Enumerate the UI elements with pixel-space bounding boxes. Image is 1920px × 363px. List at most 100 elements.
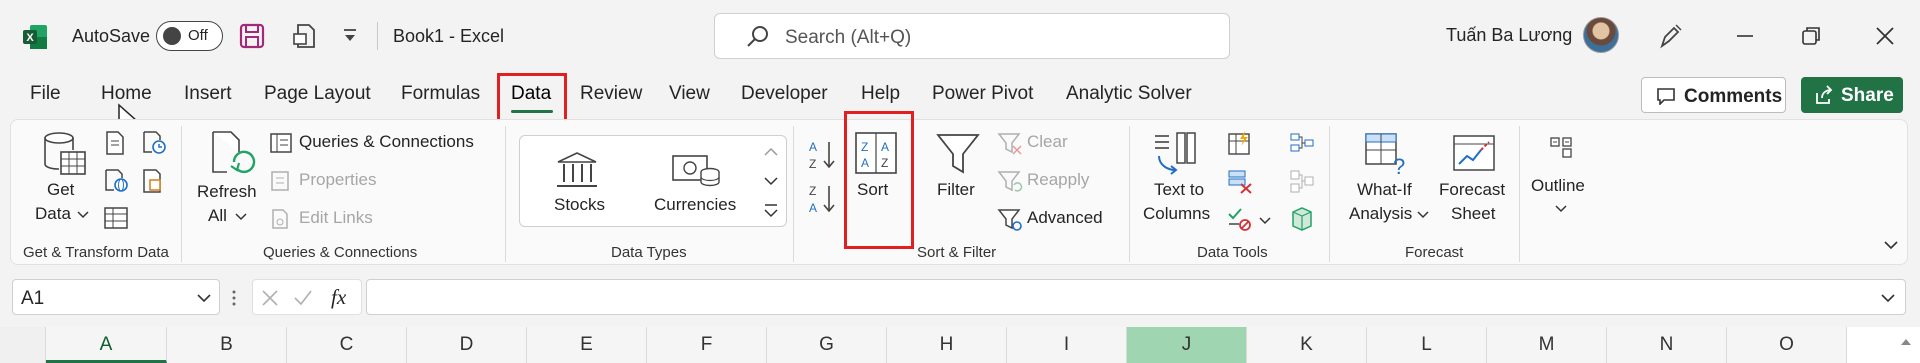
filter-label[interactable]: Filter	[937, 180, 975, 200]
autosave-toggle[interactable]: Off	[156, 21, 223, 51]
formula-bar: A1 fx	[0, 276, 1920, 320]
from-web-icon[interactable]	[103, 168, 129, 194]
column-header-b[interactable]: B	[167, 327, 287, 363]
autosave-label: AutoSave	[72, 26, 151, 46]
column-header-d[interactable]: D	[407, 327, 527, 363]
stocks-label: Stocks	[554, 195, 606, 214]
svg-text:X: X	[26, 32, 34, 44]
column-header-h[interactable]: H	[887, 327, 1007, 363]
search-box[interactable]: Search (Alt+Q)	[714, 13, 1230, 59]
group-label-queries: Queries & Connections	[263, 244, 418, 261]
print-preview-icon[interactable]	[292, 22, 320, 50]
queries-connections-icon[interactable]	[269, 132, 293, 154]
chevron-down-icon[interactable]	[197, 293, 211, 303]
column-header-o[interactable]: O	[1727, 327, 1847, 363]
text-to-columns-icon[interactable]	[1151, 130, 1199, 178]
tab-view[interactable]: View	[669, 83, 710, 105]
chevron-down-icon[interactable]	[1259, 216, 1271, 226]
column-header-n[interactable]: N	[1607, 327, 1727, 363]
advanced-button[interactable]: Advanced	[1027, 208, 1103, 228]
column-header-a[interactable]: A	[46, 327, 167, 363]
sort-z-to-a-icon[interactable]: Z A	[807, 182, 839, 216]
resize-handle-icon[interactable]	[230, 288, 238, 308]
group-label-get-transform: Get & Transform Data	[23, 244, 169, 261]
group-divider	[505, 126, 506, 262]
group-label-data-types: Data Types	[611, 244, 687, 261]
avatar[interactable]	[1583, 17, 1619, 53]
column-header-l[interactable]: L	[1367, 327, 1487, 363]
tab-formulas[interactable]: Formulas	[401, 83, 480, 105]
data-validation-icon[interactable]	[1227, 206, 1253, 232]
from-table-range-icon[interactable]	[103, 206, 129, 230]
user-name[interactable]: Tuấn Ba Lương	[1446, 25, 1572, 46]
select-all-corner[interactable]	[0, 327, 46, 363]
tab-developer[interactable]: Developer	[741, 83, 828, 105]
restore-icon[interactable]	[1797, 22, 1825, 50]
what-if-analysis-icon[interactable]: ?	[1363, 130, 1409, 176]
text-to-columns-label-2: Columns	[1143, 204, 1211, 223]
share-button[interactable]: Share	[1801, 77, 1903, 113]
coauthoring-pen-icon[interactable]	[1656, 22, 1684, 50]
remove-duplicates-icon[interactable]	[1227, 168, 1253, 194]
existing-connections-icon[interactable]	[141, 168, 167, 194]
column-header-j[interactable]: J	[1127, 327, 1247, 363]
outline-icon[interactable]	[1547, 134, 1575, 160]
flash-fill-icon[interactable]	[1227, 130, 1253, 156]
formula-input[interactable]	[366, 279, 1906, 315]
gallery-more-icon[interactable]	[756, 196, 786, 224]
tab-home[interactable]: Home	[101, 83, 152, 105]
column-header-e[interactable]: E	[527, 327, 647, 363]
collapse-ribbon-icon[interactable]	[1883, 238, 1899, 252]
sort-a-to-z-icon[interactable]: A Z	[807, 138, 839, 172]
insert-function-button[interactable]: fx	[331, 285, 346, 310]
currencies-icon[interactable]	[670, 150, 722, 190]
comments-label: Comments	[1684, 86, 1783, 107]
stocks-icon[interactable]	[554, 150, 600, 190]
gallery-scroll-down-icon[interactable]	[756, 167, 786, 195]
properties-button[interactable]: Properties	[299, 170, 376, 190]
column-header-m[interactable]: M	[1487, 327, 1607, 363]
column-header-i[interactable]: I	[1007, 327, 1127, 363]
cancel-icon[interactable]	[261, 289, 279, 307]
share-icon	[1816, 85, 1833, 104]
refresh-all-label-2: All	[208, 206, 227, 225]
clear-button[interactable]: Clear	[1027, 132, 1068, 152]
tab-insert[interactable]: Insert	[184, 83, 232, 105]
gallery-scroll-up-icon[interactable]	[756, 138, 786, 166]
forecast-sheet-label-1: Forecast	[1439, 180, 1506, 199]
tab-help[interactable]: Help	[861, 83, 900, 105]
from-text-csv-icon[interactable]	[103, 130, 127, 156]
recent-sources-icon[interactable]	[141, 130, 167, 156]
expand-formula-bar-icon[interactable]	[1881, 293, 1895, 303]
column-header-k[interactable]: K	[1247, 327, 1367, 363]
name-box-value: A1	[21, 288, 45, 309]
tab-file[interactable]: File	[30, 83, 61, 105]
scroll-up-icon[interactable]	[1899, 335, 1913, 349]
name-box[interactable]: A1	[12, 279, 220, 315]
tab-analytic-solver[interactable]: Analytic Solver	[1066, 83, 1192, 105]
filter-icon[interactable]	[935, 132, 981, 176]
save-icon[interactable]	[238, 22, 266, 50]
tab-page-layout[interactable]: Page Layout	[264, 83, 371, 105]
outline-button[interactable]: Outline	[1531, 176, 1585, 196]
get-data-icon[interactable]	[41, 130, 89, 180]
minimize-icon[interactable]	[1731, 22, 1759, 50]
column-header-g[interactable]: G	[767, 327, 887, 363]
column-header-c[interactable]: C	[287, 327, 407, 363]
reapply-button[interactable]: Reapply	[1027, 170, 1089, 190]
svg-text:Z: Z	[809, 184, 816, 198]
enter-icon[interactable]	[293, 289, 313, 307]
column-header-f[interactable]: F	[647, 327, 767, 363]
queries-connections-button[interactable]: Queries & Connections	[299, 132, 474, 152]
refresh-all-icon[interactable]	[207, 128, 259, 180]
forecast-sheet-icon[interactable]	[1451, 130, 1497, 176]
tab-power-pivot[interactable]: Power Pivot	[932, 83, 1033, 105]
manage-data-model-icon[interactable]	[1289, 206, 1315, 232]
advanced-filter-icon[interactable]	[997, 208, 1023, 232]
edit-links-button[interactable]: Edit Links	[299, 208, 373, 228]
comments-button[interactable]: Comments	[1641, 77, 1786, 113]
customize-toolbar-icon[interactable]	[336, 22, 364, 50]
close-icon[interactable]	[1871, 22, 1899, 50]
tab-review[interactable]: Review	[580, 83, 642, 105]
consolidate-icon[interactable]	[1289, 130, 1315, 156]
